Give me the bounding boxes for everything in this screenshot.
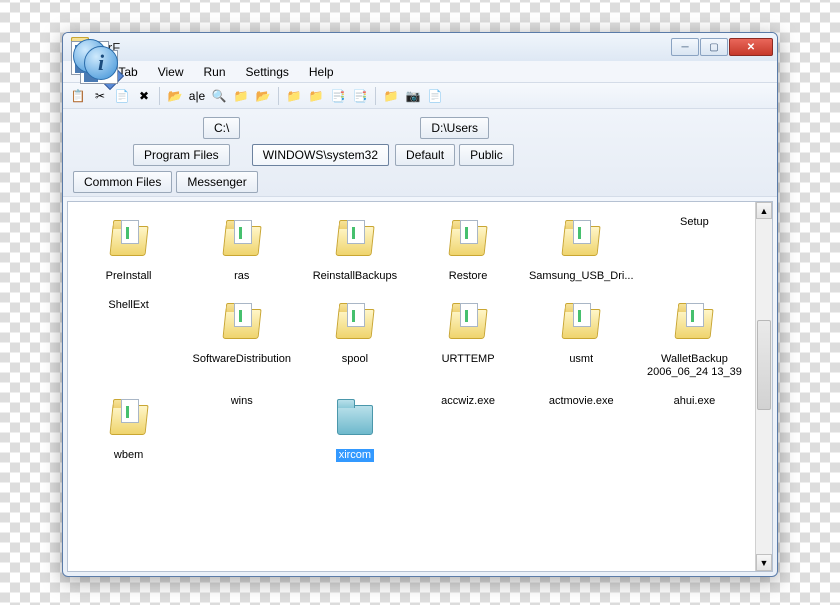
path-tab[interactable]: Common Files xyxy=(73,171,172,193)
close-button[interactable]: ✕ xyxy=(729,38,773,56)
folder-icon xyxy=(442,299,494,349)
file-item[interactable]: wbem xyxy=(74,391,183,466)
window-title: SurF xyxy=(92,40,671,55)
minimize-button[interactable]: ─ xyxy=(671,38,699,56)
toolbar-button-12[interactable]: 📁 xyxy=(307,87,325,105)
item-label: URTTEMP xyxy=(442,353,495,366)
folder-icon xyxy=(216,299,268,349)
content-area: PreInstall ras ReinstallBackups Restore Sams… xyxy=(67,201,773,572)
tab-tree: C:\ D:\Users Program Files WINDOWS\system3… xyxy=(63,109,777,197)
item-label: Samsung_USB_Dri... xyxy=(529,270,634,283)
toolbar-button-6[interactable]: a|e xyxy=(188,87,206,105)
toolbar-separator xyxy=(375,87,376,105)
menu-settings[interactable]: Settings xyxy=(236,63,299,81)
toolbar-button-14[interactable]: 📑 xyxy=(351,87,369,105)
item-label: wbem xyxy=(114,449,143,462)
titlebar[interactable]: SurF ─ ▢ ✕ xyxy=(63,33,777,61)
file-item[interactable]: Restore xyxy=(413,212,522,287)
item-label: usmt xyxy=(569,353,593,366)
file-item[interactable]: SoftwareDistribution xyxy=(187,295,296,383)
file-item[interactable]: accwiz.exe xyxy=(413,391,522,466)
toolbar: 📋✂📄✖📂a|e🔍📁📂📁📁📑📑📁📷📄 xyxy=(63,83,777,109)
item-label: SoftwareDistribution xyxy=(193,353,291,366)
menubar: FileTabViewRunSettingsHelp xyxy=(63,61,777,83)
maximize-button[interactable]: ▢ xyxy=(700,38,728,56)
path-tab[interactable]: Messenger xyxy=(176,171,257,193)
folder-icon xyxy=(329,395,381,445)
folder-icon xyxy=(668,299,720,349)
toolbar-button-9[interactable]: 📂 xyxy=(254,87,272,105)
toolbar-button-1[interactable]: ✂ xyxy=(91,87,109,105)
toolbar-button-11[interactable]: 📁 xyxy=(285,87,303,105)
toolbar-separator xyxy=(278,87,279,105)
toolbar-button-3[interactable]: ✖ xyxy=(135,87,153,105)
toolbar-button-17[interactable]: 📷 xyxy=(404,87,422,105)
item-label: ras xyxy=(234,270,249,283)
toolbar-button-8[interactable]: 📁 xyxy=(232,87,250,105)
folder-icon xyxy=(329,299,381,349)
file-item[interactable]: spool xyxy=(300,295,409,383)
toolbar-button-7[interactable]: 🔍 xyxy=(210,87,228,105)
app-window: SurF ─ ▢ ✕ FileTabViewRunSettingsHelp 📋✂… xyxy=(62,32,778,577)
item-label: ShellExt xyxy=(108,299,148,312)
item-label: ahui.exe xyxy=(674,395,716,408)
file-item[interactable]: iahui.exe xyxy=(640,391,749,466)
item-label: wins xyxy=(231,395,253,408)
folder-icon xyxy=(329,216,381,266)
item-label: Restore xyxy=(449,270,488,283)
item-label: Setup xyxy=(680,216,709,229)
folder-icon xyxy=(216,216,268,266)
scroll-track[interactable] xyxy=(756,219,772,554)
toolbar-button-18[interactable]: 📄 xyxy=(426,87,444,105)
file-item[interactable]: ras xyxy=(187,212,296,287)
scroll-down-button[interactable]: ▼ xyxy=(756,554,772,571)
file-item[interactable]: URTTEMP xyxy=(413,295,522,383)
file-item[interactable]: wins xyxy=(187,391,296,466)
file-item[interactable]: Samsung_USB_Dri... xyxy=(527,212,636,287)
folder-icon xyxy=(555,299,607,349)
toolbar-button-13[interactable]: 📑 xyxy=(329,87,347,105)
item-label: WalletBackup 2006_06_24 13_39 xyxy=(642,353,747,379)
toolbar-separator xyxy=(159,87,160,105)
path-tab[interactable]: Program Files xyxy=(133,144,230,166)
toolbar-button-2[interactable]: 📄 xyxy=(113,87,131,105)
file-item[interactable]: Setup xyxy=(640,212,749,287)
toolbar-button-16[interactable]: 📁 xyxy=(382,87,400,105)
menu-help[interactable]: Help xyxy=(299,63,344,81)
file-grid[interactable]: PreInstall ras ReinstallBackups Restore Sams… xyxy=(68,202,755,571)
file-item[interactable]: usmt xyxy=(527,295,636,383)
path-tab[interactable]: Public xyxy=(459,144,514,166)
scrollbar[interactable]: ▲ ▼ xyxy=(755,202,772,571)
toolbar-button-0[interactable]: 📋 xyxy=(69,87,87,105)
file-item[interactable]: actmovie.exe xyxy=(527,391,636,466)
folder-icon xyxy=(103,395,155,445)
path-tab[interactable]: WINDOWS\system32 xyxy=(252,144,389,166)
item-label: ReinstallBackups xyxy=(313,270,397,283)
path-tab[interactable]: C:\ xyxy=(203,117,240,139)
scroll-thumb[interactable] xyxy=(757,320,771,410)
folder-icon xyxy=(442,216,494,266)
path-tab[interactable]: D:\Users xyxy=(420,117,489,139)
file-item[interactable]: WalletBackup 2006_06_24 13_39 xyxy=(640,295,749,383)
item-label: PreInstall xyxy=(106,270,152,283)
menu-view[interactable]: View xyxy=(148,63,194,81)
folder-icon xyxy=(555,216,607,266)
item-label: xircom xyxy=(336,449,374,462)
item-label: spool xyxy=(342,353,368,366)
item-label: actmovie.exe xyxy=(549,395,614,408)
file-item[interactable]: ShellExt xyxy=(74,295,183,383)
folder-icon xyxy=(103,216,155,266)
file-item[interactable]: xircom xyxy=(300,391,409,466)
scroll-up-button[interactable]: ▲ xyxy=(756,202,772,219)
toolbar-button-5[interactable]: 📂 xyxy=(166,87,184,105)
file-item[interactable]: ReinstallBackups xyxy=(300,212,409,287)
path-tab[interactable]: Default xyxy=(395,144,455,166)
item-label: accwiz.exe xyxy=(441,395,495,408)
menu-run[interactable]: Run xyxy=(194,63,236,81)
file-item[interactable]: PreInstall xyxy=(74,212,183,287)
